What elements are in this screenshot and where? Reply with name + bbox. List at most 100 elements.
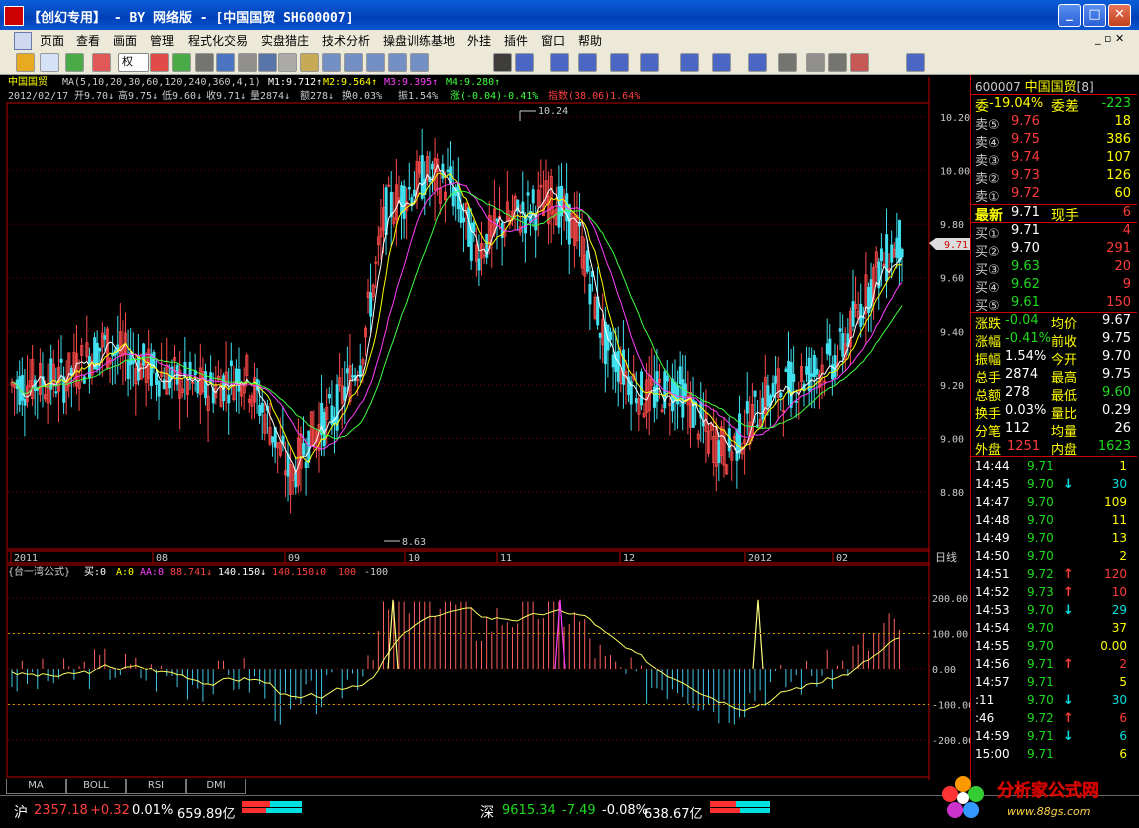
candle-body xyxy=(766,385,770,407)
candle-body xyxy=(621,349,625,385)
menu-logo-icon[interactable] xyxy=(14,32,32,50)
draw-line-icon[interactable] xyxy=(515,53,534,72)
cross-icon[interactable] xyxy=(65,53,84,72)
menu-view[interactable]: 查看 xyxy=(76,32,100,49)
date-axis-frame xyxy=(6,550,930,564)
save-icon[interactable] xyxy=(906,53,925,72)
ma10-line xyxy=(11,172,903,463)
indicator-tick-label: -100.00 xyxy=(932,701,970,712)
layout1-icon[interactable] xyxy=(322,53,341,72)
rsi-icon[interactable] xyxy=(40,53,59,72)
draw-hline-icon[interactable] xyxy=(578,53,597,72)
app-icon[interactable] xyxy=(4,6,24,26)
stat-value: -0.04 xyxy=(1005,313,1039,328)
candle-body xyxy=(774,375,778,384)
candle-body xyxy=(805,366,809,375)
menu-page[interactable]: 页面 xyxy=(40,32,64,49)
tick-time: 14:50 xyxy=(975,549,1010,563)
tab-dmi[interactable]: DMI xyxy=(186,779,246,794)
menu-tech-analysis[interactable]: 技术分析 xyxy=(322,32,370,49)
tick-arrow: ↓ xyxy=(1063,603,1074,618)
open-icon[interactable] xyxy=(16,53,35,72)
candle-body xyxy=(609,331,613,341)
draw-pointer-icon[interactable] xyxy=(493,53,512,72)
eraser-icon[interactable] xyxy=(300,53,319,72)
sh-strength-bar xyxy=(242,801,302,813)
candle-body xyxy=(807,357,811,392)
draw-fan-icon[interactable] xyxy=(610,53,629,72)
layout3-icon[interactable] xyxy=(366,53,385,72)
color-icon[interactable] xyxy=(850,53,869,72)
outer-value: 1251 xyxy=(1007,439,1041,454)
erase-icon[interactable] xyxy=(806,53,825,72)
sh-index: 2357.18 xyxy=(34,803,88,818)
candle-body xyxy=(585,250,589,272)
maximize-button[interactable]: □ xyxy=(1083,4,1106,27)
candle-body xyxy=(851,301,855,327)
draw-text-icon[interactable] xyxy=(748,53,767,72)
tab-rsi[interactable]: RSI xyxy=(126,779,186,794)
menu-plugin-ext[interactable]: 外挂 xyxy=(467,32,491,49)
stat-row: 总手 2874 最高 9.75 xyxy=(975,367,1135,386)
candle-body xyxy=(678,366,682,385)
candle-body xyxy=(237,368,241,392)
date-tick-label: 2011 xyxy=(14,553,38,564)
minimize-button[interactable]: _ xyxy=(1058,4,1081,27)
cursor-icon[interactable] xyxy=(195,53,214,72)
layout5-icon[interactable] xyxy=(410,53,429,72)
tick-time: :11 xyxy=(975,693,995,707)
draw-ellipse-icon[interactable] xyxy=(712,53,731,72)
menu-screen[interactable]: 画面 xyxy=(113,32,137,49)
tick-volume: 2 xyxy=(1119,657,1127,671)
draw-channel-icon[interactable] xyxy=(640,53,659,72)
buy-price: 9.63 xyxy=(1011,259,1040,274)
chart-area[interactable]: 中国国贸 MA(5,10,20,30,60,120,240,360,4,1) M… xyxy=(0,75,1139,795)
period-select[interactable]: 权 xyxy=(118,53,149,72)
kline-frame xyxy=(6,102,930,550)
sell-row: 卖① 9.72 60 xyxy=(975,186,1135,205)
menu-window[interactable]: 窗口 xyxy=(541,32,565,49)
menu-training[interactable]: 操盘训练基地 xyxy=(383,32,455,49)
weidiff-value: -223 xyxy=(1101,96,1131,111)
settings-icon[interactable] xyxy=(828,53,847,72)
buy-row: 买③ 9.63 20 xyxy=(975,259,1135,278)
stat-row: 换手 0.03% 量比 0.29 xyxy=(975,403,1135,422)
buy-level-label: 买④ xyxy=(975,281,1000,296)
menu-hunt[interactable]: 实盘猎庄 xyxy=(261,32,309,49)
grid-icon[interactable] xyxy=(258,53,277,72)
ball-icon[interactable] xyxy=(150,53,169,72)
menu-help[interactable]: 帮助 xyxy=(578,32,602,49)
page-icon[interactable] xyxy=(238,53,257,72)
sell-volume: 126 xyxy=(1106,168,1131,183)
copy-icon[interactable] xyxy=(778,53,797,72)
sz-label: 深 xyxy=(480,805,494,821)
draw-rect-icon[interactable] xyxy=(680,53,699,72)
quote-name: 中国国贸 xyxy=(1024,80,1077,95)
indicator-signal-spike xyxy=(387,599,399,670)
stat-row: 总额 278 最低 9.60 xyxy=(975,385,1135,404)
menu-manage[interactable]: 管理 xyxy=(150,32,174,49)
date-tick-label: 09 xyxy=(288,553,300,564)
arrows-icon[interactable] xyxy=(92,53,111,72)
buy-level-label: 买② xyxy=(975,245,1000,260)
menu-plugins[interactable]: 插件 xyxy=(504,32,528,49)
book-icon[interactable] xyxy=(216,53,235,72)
close-button[interactable]: ✕ xyxy=(1108,4,1131,27)
sell-level-label: 卖② xyxy=(975,172,1000,187)
tab-ma[interactable]: MA xyxy=(6,779,66,794)
date-tick-label: 02 xyxy=(836,553,848,564)
stat-value: 1.54% xyxy=(1005,349,1047,364)
tab-boll[interactable]: BOLL xyxy=(66,779,126,794)
kline-chart-svg[interactable]: 中国国贸 MA(5,10,20,30,60,120,240,360,4,1) M… xyxy=(0,75,970,795)
glasses-icon[interactable] xyxy=(172,53,191,72)
layout2-icon[interactable] xyxy=(344,53,363,72)
layout4-icon[interactable] xyxy=(388,53,407,72)
menu-program-trade[interactable]: 程式化交易 xyxy=(188,32,248,49)
draw-parallel-icon[interactable] xyxy=(550,53,569,72)
sell-price: 9.75 xyxy=(1011,132,1040,147)
sell-volume: 386 xyxy=(1106,132,1131,147)
stat-value: -0.41% xyxy=(1005,331,1051,346)
doc-icon[interactable] xyxy=(278,53,297,72)
mdi-controls[interactable]: _ ▫ ✕ xyxy=(1095,32,1124,45)
stat-label: 涨跌 xyxy=(975,317,1002,332)
